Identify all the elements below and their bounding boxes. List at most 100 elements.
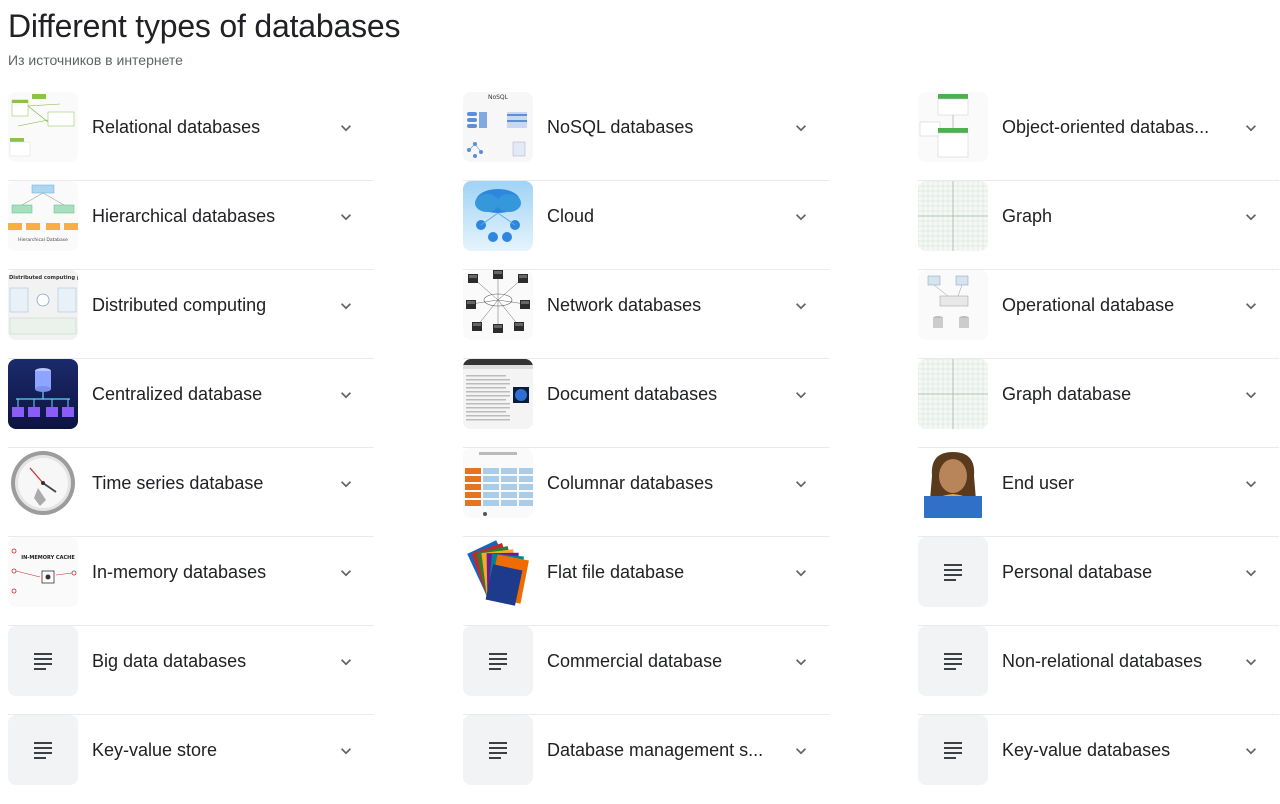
list-item[interactable]: Time series database [8,448,374,537]
list-item[interactable]: Key-value databases [918,715,1279,804]
item-label: Database management s... [547,740,764,760]
thumbnail-image [8,359,78,429]
chevron-down-icon[interactable] [791,741,811,761]
item-label: Key-value store [92,740,218,760]
svg-text:Distributed computing pr: Distributed computing pr [9,275,78,281]
chevron-down-icon[interactable] [1241,296,1261,316]
chevron-down-icon[interactable] [791,652,811,672]
list-item[interactable]: Big data databases [8,626,374,715]
list-item[interactable]: Document databases [463,359,829,448]
list-item[interactable]: Columnar databases [463,448,829,537]
list-item[interactable]: NoSQL NoSQL databases [463,92,829,181]
chevron-down-icon[interactable] [336,118,356,138]
item-label: Object-oriented databas... [1002,117,1210,137]
chevron-down-icon[interactable] [336,741,356,761]
thumbnail-image [463,448,533,518]
text-lines-icon [918,537,988,607]
chevron-down-icon[interactable] [336,474,356,494]
header: Different types of databases Из источник… [8,6,400,69]
list-item[interactable]: Cloud [463,181,829,270]
item-label: Hierarchical databases [92,206,276,226]
list-item[interactable]: Database management s... [463,715,829,804]
chevron-down-icon[interactable] [791,474,811,494]
item-label: Non-relational databases [1002,651,1203,671]
thumbnail-image [463,181,533,251]
thumbnail-image [463,359,533,429]
text-lines-icon [8,626,78,696]
item-label: Key-value databases [1002,740,1171,760]
text-lines-icon [463,715,533,785]
chevron-down-icon[interactable] [791,385,811,405]
list-item[interactable]: Graph database [918,359,1279,448]
item-label: Big data databases [92,651,247,671]
item-label: Distributed computing [92,295,267,315]
list-item[interactable]: Personal database [918,537,1279,626]
chevron-down-icon[interactable] [336,207,356,227]
thumbnail-image [918,181,988,251]
item-label: Flat file database [547,562,685,582]
item-label: Columnar databases [547,473,714,493]
svg-text:IN-MEMORY CACHE: IN-MEMORY CACHE [21,555,75,561]
text-lines-icon [918,626,988,696]
svg-text:Hierarchical Database: Hierarchical Database [18,237,68,243]
chevron-down-icon[interactable] [1241,474,1261,494]
page-subtitle: Из источников в интернете [8,52,183,68]
chevron-down-icon[interactable] [791,207,811,227]
item-label: Personal database [1002,562,1153,582]
thumbnail-image: NoSQL [463,92,533,162]
text-lines-icon [463,626,533,696]
list-item[interactable]: Commercial database [463,626,829,715]
thumbnail-image: Distributed computing pr [8,270,78,340]
list-item[interactable]: End user [918,448,1279,537]
chevron-down-icon[interactable] [1241,563,1261,583]
chevron-down-icon[interactable] [1241,207,1261,227]
thumbnail-image [918,270,988,340]
list-item[interactable]: Centralized database [8,359,374,448]
thumb-title: NoSQL [488,94,509,101]
item-label: Document databases [547,384,718,404]
item-label: End user [1002,473,1075,493]
chevron-down-icon[interactable] [336,296,356,316]
thumbnail-image [8,92,78,162]
chevron-down-icon[interactable] [336,563,356,583]
list-item[interactable]: Flat file database [463,537,829,626]
chevron-down-icon[interactable] [336,385,356,405]
chevron-down-icon[interactable] [336,652,356,672]
thumbnail-image [918,359,988,429]
list-item[interactable]: Distributed computing pr Distributed com… [8,270,374,359]
list-item[interactable]: Object-oriented databas... [918,92,1279,181]
chevron-down-icon[interactable] [1241,118,1261,138]
chevron-down-icon[interactable] [1241,741,1261,761]
text-lines-icon [918,715,988,785]
item-label: Network databases [547,295,702,315]
thumbnail-image [8,448,78,518]
item-label: Graph [1002,206,1053,226]
chevron-down-icon[interactable] [1241,652,1261,672]
item-label: Centralized database [92,384,263,404]
thumbnail-image: IN-MEMORY CACHE [8,537,78,607]
list-item[interactable]: Non-relational databases [918,626,1279,715]
chevron-down-icon[interactable] [791,296,811,316]
chevron-down-icon[interactable] [791,118,811,138]
list-item[interactable]: Graph [918,181,1279,270]
thumbnail-image: Hierarchical Database [8,181,78,251]
list-item[interactable]: Network databases [463,270,829,359]
item-label: In-memory databases [92,562,267,582]
list-item[interactable]: Relational databases [8,92,374,181]
list-item[interactable]: Key-value store [8,715,374,804]
thumbnail-image [463,270,533,340]
thumbnail-image [918,92,988,162]
list-item[interactable]: IN-MEMORY CACHE In-memory databases [8,537,374,626]
chevron-down-icon[interactable] [1241,385,1261,405]
thumbnail-image [463,537,533,607]
chevron-down-icon[interactable] [791,563,811,583]
item-label: Time series database [92,473,264,493]
list-item[interactable]: Operational database [918,270,1279,359]
item-label: Cloud [547,206,595,226]
item-label: NoSQL databases [547,117,694,137]
list-item[interactable]: Hierarchical Database Hierarchical databa… [8,181,374,270]
item-label: Graph database [1002,384,1132,404]
item-label: Operational database [1002,295,1175,315]
thumbnail-image [918,448,988,518]
page-title: Different types of databases [8,8,401,44]
